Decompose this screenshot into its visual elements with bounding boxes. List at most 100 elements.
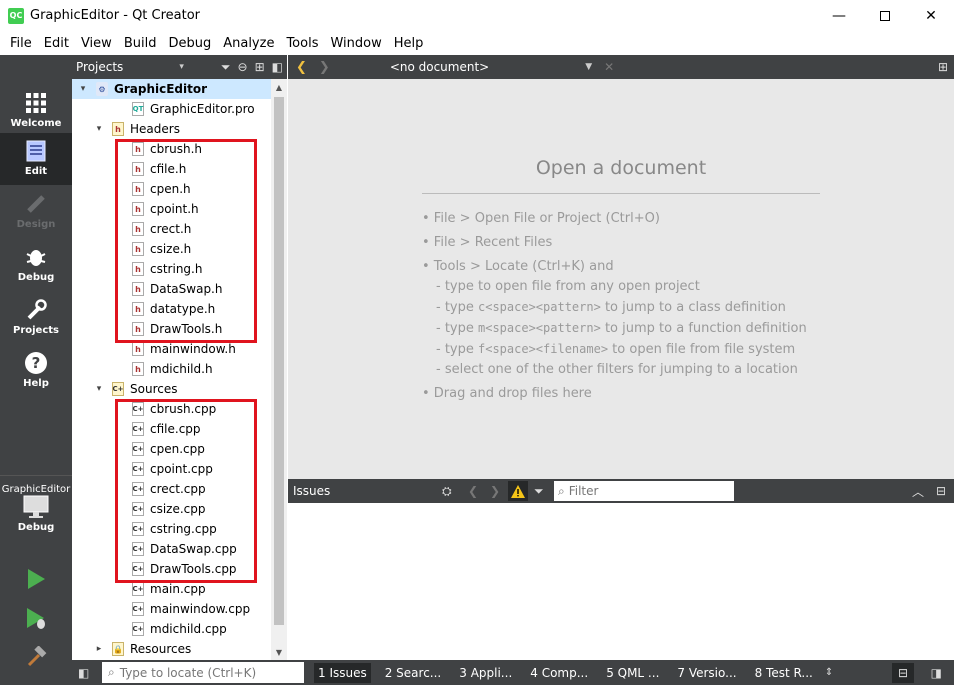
file-name: mainwindow.h bbox=[150, 342, 236, 356]
projects-pane: Projects ▾ ⏷ ⊖ ⊞ ◧ ▾ ⚙ GraphicEditor QT … bbox=[72, 55, 287, 660]
locator-input[interactable]: ⌕ Type to locate (Ctrl+K) bbox=[102, 662, 304, 683]
minimize-button[interactable]: — bbox=[816, 0, 862, 31]
close-pane-icon[interactable]: ⊟ bbox=[936, 484, 946, 498]
menu-help[interactable]: Help bbox=[388, 36, 430, 51]
chevron-down-icon[interactable]: ▼ bbox=[585, 62, 592, 72]
mode-design[interactable]: Design bbox=[0, 186, 72, 238]
tree-pro-file[interactable]: QT GraphicEditor.pro bbox=[72, 99, 271, 119]
monitor-icon bbox=[23, 495, 49, 522]
toggle-right-sidebar-icon[interactable]: ◨ bbox=[931, 666, 942, 680]
kit-selector[interactable]: Debug bbox=[0, 493, 72, 545]
tip-locate-file: - type f<space><filename> to open file f… bbox=[422, 339, 807, 360]
search-icon: ⌕ bbox=[108, 665, 115, 679]
scroll-up-icon[interactable]: ▲ bbox=[271, 79, 287, 95]
view-dropdown-icon[interactable]: ▾ bbox=[179, 62, 184, 72]
tree-file[interactable]: C+ mainwindow.cpp bbox=[72, 599, 271, 619]
filter-icon[interactable]: ⏷ bbox=[221, 60, 231, 75]
output-tab-test[interactable]: 8 Test R... bbox=[751, 663, 817, 683]
link-icon[interactable]: ⊖ bbox=[238, 60, 248, 74]
menu-window[interactable]: Window bbox=[324, 36, 387, 51]
issues-filter-input[interactable]: ⌕ Filter bbox=[554, 481, 734, 501]
output-tab-application[interactable]: 3 Appli... bbox=[455, 663, 516, 683]
search-icon: ⌕ bbox=[558, 483, 565, 498]
mode-debug[interactable]: Debug bbox=[0, 239, 72, 291]
mode-welcome[interactable]: Welcome bbox=[0, 85, 72, 137]
menu-file[interactable]: File bbox=[4, 36, 38, 51]
file-name: main.cpp bbox=[150, 582, 206, 596]
tip-drag-drop: • Drag and drop files here bbox=[422, 386, 592, 401]
collapse-icon[interactable]: ▾ bbox=[92, 384, 106, 394]
pencil-icon bbox=[23, 192, 49, 216]
maximize-button[interactable] bbox=[862, 0, 908, 31]
kit-name: GraphicEditor bbox=[0, 475, 72, 495]
split-editor-icon[interactable]: ⊞ bbox=[938, 60, 948, 74]
output-tab-version[interactable]: 7 Versio... bbox=[673, 663, 740, 683]
menu-view[interactable]: View bbox=[75, 36, 118, 51]
back-arrow-icon[interactable]: ❮ bbox=[296, 60, 307, 75]
prev-icon[interactable]: ❮ bbox=[468, 484, 478, 498]
cpp-file-icon: C+ bbox=[132, 622, 144, 636]
scroll-thumb[interactable] bbox=[274, 97, 284, 625]
mode-help[interactable]: ? Help bbox=[0, 345, 72, 397]
filter-icon[interactable]: ⏷ bbox=[534, 484, 544, 499]
output-tab-search[interactable]: 2 Searc... bbox=[381, 663, 446, 683]
tree-file[interactable]: C+ mdichild.cpp bbox=[72, 619, 271, 639]
toggle-sidebar-icon[interactable]: ◧ bbox=[78, 666, 89, 680]
tree-project-root[interactable]: ▾ ⚙ GraphicEditor bbox=[72, 79, 271, 99]
collapse-icon[interactable]: ▾ bbox=[92, 124, 106, 134]
open-document-heading: Open a document bbox=[535, 157, 707, 179]
editor-area: Open a document • File > Open File or Pr… bbox=[288, 79, 954, 479]
resources-folder-name: Resources bbox=[130, 642, 192, 656]
output-tab-compile[interactable]: 4 Comp... bbox=[526, 663, 592, 683]
maximize-pane-icon[interactable]: ︿ bbox=[912, 483, 924, 500]
heading-divider bbox=[422, 193, 820, 194]
tree-file[interactable]: h mdichild.h bbox=[72, 359, 271, 379]
debug-run-icon bbox=[27, 608, 45, 629]
tree-headers-folder[interactable]: ▾ h Headers bbox=[72, 119, 271, 139]
menu-tools[interactable]: Tools bbox=[280, 36, 324, 51]
svg-text:?: ? bbox=[32, 354, 41, 372]
menu-build[interactable]: Build bbox=[118, 36, 163, 51]
tree-resources-folder[interactable]: ▸ 🔒 Resources bbox=[72, 639, 271, 659]
clean-icon[interactable]: ⛭ bbox=[442, 484, 452, 499]
tip-locate-function: - type m<space><pattern> to jump to a fu… bbox=[422, 318, 807, 339]
tree-sources-folder[interactable]: ▾ C+ Sources bbox=[72, 379, 271, 399]
expand-icon[interactable]: ▸ bbox=[92, 644, 106, 654]
close-document-icon[interactable]: ✕ bbox=[604, 60, 614, 74]
menu-analyze[interactable]: Analyze bbox=[217, 36, 280, 51]
document-selector[interactable]: <no document> bbox=[390, 60, 489, 74]
close-button[interactable]: ✕ bbox=[908, 0, 954, 31]
pro-file-icon: QT bbox=[132, 102, 144, 116]
build-button[interactable] bbox=[22, 643, 50, 671]
run-button[interactable] bbox=[22, 565, 50, 593]
tip-locate-class: - type c<space><pattern> to jump to a cl… bbox=[422, 297, 807, 318]
tip-locate-other: - select one of the other filters for ju… bbox=[436, 362, 798, 377]
split-icon[interactable]: ⊞ bbox=[255, 60, 265, 74]
tip-code: m<space><pattern> bbox=[478, 321, 601, 335]
warnings-toggle[interactable] bbox=[508, 481, 528, 501]
hammer-icon bbox=[27, 646, 47, 667]
close-sidebar-icon[interactable]: ◧ bbox=[272, 60, 283, 74]
next-icon[interactable]: ❯ bbox=[490, 484, 500, 498]
tip-recent-files: • File > Recent Files bbox=[422, 235, 553, 250]
tip-open-file: • File > Open File or Project (Ctrl+O) bbox=[422, 211, 660, 226]
menu-debug[interactable]: Debug bbox=[162, 36, 217, 51]
forward-arrow-icon[interactable]: ❯ bbox=[319, 60, 330, 75]
grid-icon bbox=[23, 91, 49, 115]
output-tab-issues[interactable]: 1 Issues bbox=[314, 662, 371, 683]
highlight-box-sources bbox=[115, 399, 257, 583]
more-tabs-icon[interactable]: ⇕ bbox=[825, 667, 833, 678]
mode-edit[interactable]: Edit bbox=[0, 133, 72, 185]
debug-run-button[interactable] bbox=[22, 605, 50, 633]
menu-edit[interactable]: Edit bbox=[38, 36, 75, 51]
projects-pane-header: Projects ▾ ⏷ ⊖ ⊞ ◧ bbox=[72, 55, 287, 79]
scroll-down-icon[interactable]: ▼ bbox=[271, 644, 287, 660]
toggle-output-icon[interactable]: ⊟ bbox=[892, 662, 914, 683]
mode-selector: Welcome Edit Design Debug Projects ? Hel… bbox=[0, 55, 72, 685]
collapse-icon[interactable]: ▾ bbox=[76, 84, 90, 94]
tree-scrollbar[interactable]: ▲ ▼ bbox=[271, 79, 287, 660]
output-tab-qml[interactable]: 5 QML ... bbox=[602, 663, 663, 683]
mode-projects[interactable]: Projects bbox=[0, 292, 72, 344]
menu-bar: File Edit View Build Debug Analyze Tools… bbox=[0, 31, 954, 55]
tip-text: to jump to a function definition bbox=[600, 321, 807, 336]
